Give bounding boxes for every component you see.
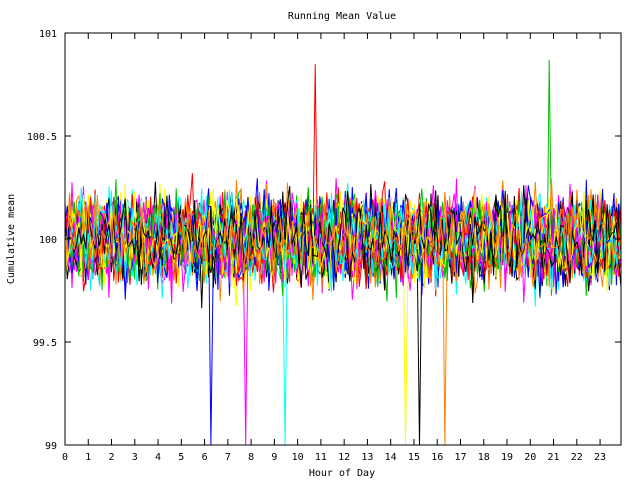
y-tick-label: 101 — [39, 29, 57, 40]
x-tick-label: 22 — [571, 452, 583, 463]
x-tick-label: 10 — [292, 452, 304, 463]
x-tick-label: 14 — [385, 452, 397, 463]
x-tick-label: 18 — [478, 452, 490, 463]
x-tick-label: 8 — [248, 452, 254, 463]
x-tick-label: 7 — [225, 452, 231, 463]
y-axis-title: Cumulative mean — [6, 194, 17, 284]
x-tick-label: 15 — [408, 452, 420, 463]
x-tick-label: 23 — [594, 452, 606, 463]
x-tick-label: 12 — [338, 452, 350, 463]
x-tick-label: 13 — [361, 452, 373, 463]
x-tick-label: 20 — [524, 452, 536, 463]
chart-title: Running Mean Value — [288, 11, 396, 22]
x-tick-label: 11 — [315, 452, 327, 463]
y-tick-label: 100.5 — [27, 132, 57, 143]
x-tick-label: 21 — [548, 452, 560, 463]
x-tick-label: 9 — [271, 452, 277, 463]
x-axis-title: Hour of Day — [309, 468, 375, 479]
x-tick-label: 1 — [85, 452, 91, 463]
x-tick-label: 3 — [132, 452, 138, 463]
x-tick-label: 16 — [431, 452, 443, 463]
x-tick-label: 0 — [62, 452, 68, 463]
x-tick-label: 17 — [454, 452, 466, 463]
series-lines — [64, 59, 622, 446]
y-tick-label: 99 — [45, 441, 57, 452]
y-tick-label: 99.5 — [33, 338, 57, 349]
y-tick-label: 100 — [39, 235, 57, 246]
x-tick-label: 5 — [178, 452, 184, 463]
x-tick-label: 6 — [202, 452, 208, 463]
running-mean-chart: Running Mean Value 0 1 2 3 4 5 6 7 8 9 10 11 12 13 14 1… — [6, 11, 622, 479]
x-tick-label: 2 — [109, 452, 115, 463]
x-tick-label: 19 — [501, 452, 513, 463]
x-tick-label: 4 — [155, 452, 161, 463]
